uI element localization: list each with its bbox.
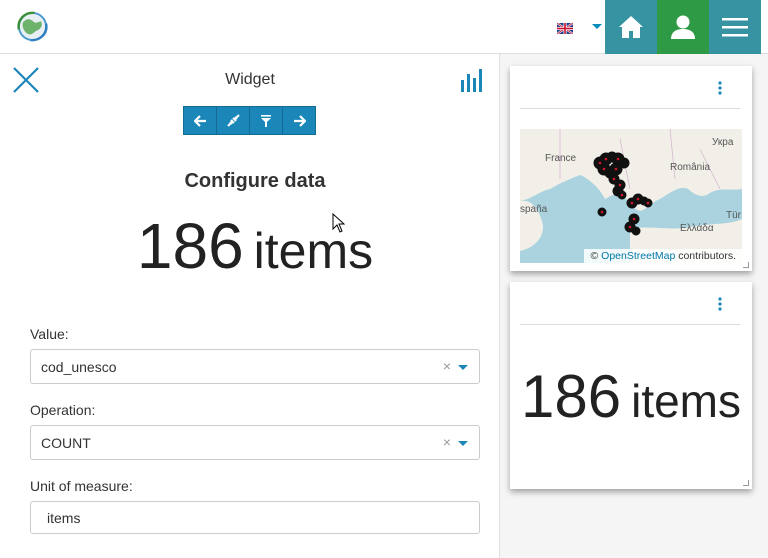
resize-handle-icon[interactable] — [743, 480, 749, 486]
mouse-pointer-icon — [332, 213, 345, 233]
attribution-prefix: © — [590, 250, 599, 262]
uk-flag-icon[interactable] — [557, 23, 573, 34]
map-attribution: © OpenStreetMap contributors. — [584, 249, 742, 263]
unit-of-measure-value: items — [47, 510, 81, 526]
panel-title: Widget — [225, 71, 275, 88]
unit-of-measure-input[interactable]: items — [30, 501, 480, 534]
user-icon — [671, 15, 695, 39]
filter-button[interactable] — [250, 107, 283, 134]
openstreetmap-link[interactable]: OpenStreetMap — [601, 250, 675, 262]
counter-unit: items — [631, 375, 741, 427]
language-dropdown-caret-icon[interactable] — [592, 24, 602, 29]
card-divider — [520, 324, 740, 325]
previous-step-button[interactable] — [184, 107, 217, 134]
configure-data-heading: Configure data — [184, 170, 326, 192]
globe-logo-icon[interactable] — [15, 10, 50, 43]
arrow-left-icon — [193, 114, 206, 127]
item-count-unit: items — [253, 223, 374, 279]
map-label-turkey: Tür — [726, 210, 742, 221]
attribution-suffix: contributors. — [678, 250, 736, 262]
resize-handle-icon[interactable] — [743, 262, 749, 268]
map-view[interactable]: France România Укра spaña Ελλάδα Tür © O… — [520, 129, 742, 263]
value-label: Value: — [30, 326, 69, 342]
counter-value: 186 — [520, 363, 622, 430]
user-button[interactable] — [657, 0, 709, 54]
operation-select[interactable]: COUNT × — [30, 425, 480, 460]
item-count-value: 186 — [136, 210, 244, 282]
counter-display: 186 items — [510, 362, 752, 448]
wizard-toolbar — [183, 106, 316, 135]
map-label-spain: spaña — [520, 204, 548, 215]
hamburger-menu-icon — [722, 18, 748, 37]
map-label-france: France — [545, 153, 577, 164]
filter-icon — [261, 114, 271, 127]
map-label-romania: România — [670, 162, 710, 173]
value-clear-icon[interactable]: × — [443, 358, 451, 374]
arrow-right-icon — [293, 114, 306, 127]
operation-dropdown-arrow-icon[interactable] — [458, 441, 468, 446]
map-canvas: France România Укра spaña Ελλάδα Tür — [520, 129, 742, 263]
card-divider — [520, 108, 740, 109]
home-button[interactable] — [605, 0, 657, 54]
map-widget-card: France România Укра spaña Ελλάδα Tür © O… — [510, 66, 752, 271]
bar-chart-icon[interactable] — [460, 68, 486, 92]
next-step-button[interactable] — [283, 107, 315, 134]
operation-select-value: COUNT — [41, 435, 91, 451]
item-count-display: 186 items — [0, 210, 510, 287]
value-select-value: cod_unesco — [41, 359, 117, 375]
map-label-greece: Ελλάδα — [680, 222, 714, 234]
operation-label: Operation: — [30, 402, 96, 418]
widget-config-panel: Widget Configure data 186 items Value: co… — [0, 54, 500, 558]
value-dropdown-arrow-icon[interactable] — [458, 365, 468, 370]
widget-preview-area: France România Укра spaña Ελλάδα Tür © O… — [500, 54, 768, 558]
home-icon — [619, 16, 643, 38]
kebab-menu-icon[interactable] — [718, 297, 722, 311]
connect-plug-icon — [226, 114, 240, 127]
top-bar — [0, 0, 768, 54]
counter-widget-card: 186 items — [510, 282, 752, 489]
kebab-menu-icon[interactable] — [718, 81, 722, 95]
operation-clear-icon[interactable]: × — [443, 434, 451, 450]
connect-button[interactable] — [217, 107, 250, 134]
map-label-ukraine: Укра — [712, 137, 734, 148]
value-select[interactable]: cod_unesco × — [30, 349, 480, 384]
menu-button[interactable] — [709, 0, 761, 54]
unit-of-measure-label: Unit of measure: — [30, 478, 133, 494]
